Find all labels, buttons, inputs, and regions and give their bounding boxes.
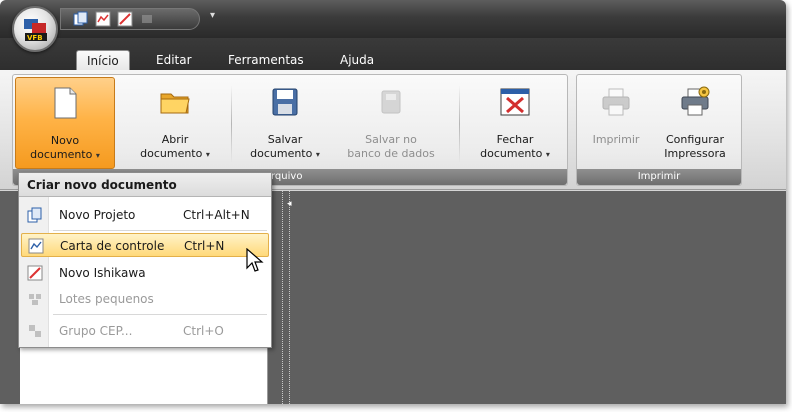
small-batches-icon [29,294,41,305]
quick-access-toolbar [60,8,200,30]
collapse-arrow-icon[interactable]: ◂ [287,199,292,209]
qat-control-chart-icon[interactable] [95,11,111,27]
abrir-documento-label-2: documento [140,147,203,160]
menu-item-label: Grupo CEP... [59,324,133,338]
abrir-documento-label-1: Abrir [161,133,189,146]
project-icon [27,207,42,223]
ribbon-separator [231,85,232,163]
qat-new-project-icon[interactable] [73,11,89,27]
group-label-imprimir: Imprimir [577,169,741,185]
menu-item-label: Lotes pequenos [59,292,154,306]
app-logo-icon: VFB [24,19,47,42]
menu-item-lotes-pequenos[interactable]: Lotes pequenos [21,287,269,311]
menu-item-shortcut: Ctrl+Alt+N [183,208,250,222]
menu-item-shortcut: Ctrl+O [183,324,224,338]
new-document-icon [54,87,77,119]
tab-ferramentas[interactable]: Ferramentas [218,50,314,70]
app-window: ▾ VFB Início Editar Ferramentas Ajuda No… [0,0,786,404]
spc-group-icon [29,325,41,337]
panel-splitter[interactable] [282,191,290,404]
new-document-dropdown-menu: Criar novo documento Novo Projeto Ctrl+A… [18,172,272,348]
mouse-pointer-icon [246,248,264,272]
folder-icon [160,93,190,114]
salvar-banco-dados-button[interactable]: Salvar no banco de dados [339,77,443,169]
ribbon-separator [459,85,460,163]
configurar-label-1: Configurar [665,133,725,146]
menu-item-carta-controle[interactable]: Carta de controle Ctrl+N [21,233,269,257]
chevron-down-icon: ▾ [315,150,320,159]
chevron-down-icon: ▾ [545,150,550,159]
salvar-documento-label-1: Salvar [267,133,303,146]
database-save-icon [381,90,401,114]
salvar-banco-label-2: banco de dados [347,147,435,160]
menu-separator [53,230,267,231]
menu-item-label: Novo Projeto [59,208,136,222]
qat-customize-arrow[interactable]: ▾ [210,10,215,21]
imprimir-button[interactable]: Imprimir [581,77,651,169]
salvar-banco-label-1: Salvar no [365,133,417,146]
configurar-impressora-button[interactable]: Configurar Impressora [653,77,737,169]
ribbon-tab-row: Início Editar Ferramentas Ajuda [0,38,786,70]
imprimir-label: Imprimir [592,133,640,146]
fechar-documento-label-2: documento [480,147,543,160]
floppy-disk-icon [272,88,298,116]
control-chart-icon [28,238,44,254]
menu-header: Criar novo documento [19,173,271,197]
ribbon-group-arquivo: Novo documento ▾ Abrir documento ▾ Salva… [12,74,568,186]
novo-documento-label-2: documento [30,148,93,161]
printer-icon [602,88,630,116]
fechar-documento-label-1: Fechar [496,133,534,146]
menu-item-label: Novo Ishikawa [59,266,146,280]
novo-documento-label-1: Novo [50,134,80,147]
fechar-documento-button[interactable]: Fechar documento ▾ [465,77,565,169]
chevron-down-icon: ▾ [205,150,210,159]
menu-item-grupo-cep[interactable]: Grupo CEP... Ctrl+O [21,319,269,343]
qat-spc-group-icon [139,11,155,27]
tab-editar[interactable]: Editar [146,50,202,70]
printer-settings-icon [681,86,710,116]
tab-ajuda[interactable]: Ajuda [330,50,384,70]
qat-ishikawa-icon[interactable] [117,11,133,27]
close-document-icon [500,88,530,116]
svg-text:VFB: VFB [27,34,43,42]
menu-item-shortcut: Ctrl+N [184,239,225,253]
application-menu-button[interactable]: VFB [12,6,58,52]
ishikawa-icon [27,265,43,281]
configurar-label-2: Impressora [664,147,726,160]
menu-separator [53,314,267,315]
title-bar: ▾ [0,0,786,38]
menu-item-label: Carta de controle [60,239,165,253]
group-label-arquivo: rquivo [271,171,303,182]
abrir-documento-button[interactable]: Abrir documento ▾ [125,77,225,169]
chevron-down-icon: ▾ [95,151,100,160]
tab-inicio[interactable]: Início [76,50,130,70]
salvar-documento-label-2: documento [250,147,313,160]
novo-documento-button[interactable]: Novo documento ▾ [15,77,115,169]
ribbon-group-imprimir: Imprimir Configurar Impressora Imprimir [576,74,742,186]
salvar-documento-button[interactable]: Salvar documento ▾ [235,77,335,169]
menu-item-novo-projeto[interactable]: Novo Projeto Ctrl+Alt+N [21,203,269,227]
menu-item-novo-ishikawa[interactable]: Novo Ishikawa [21,261,269,285]
